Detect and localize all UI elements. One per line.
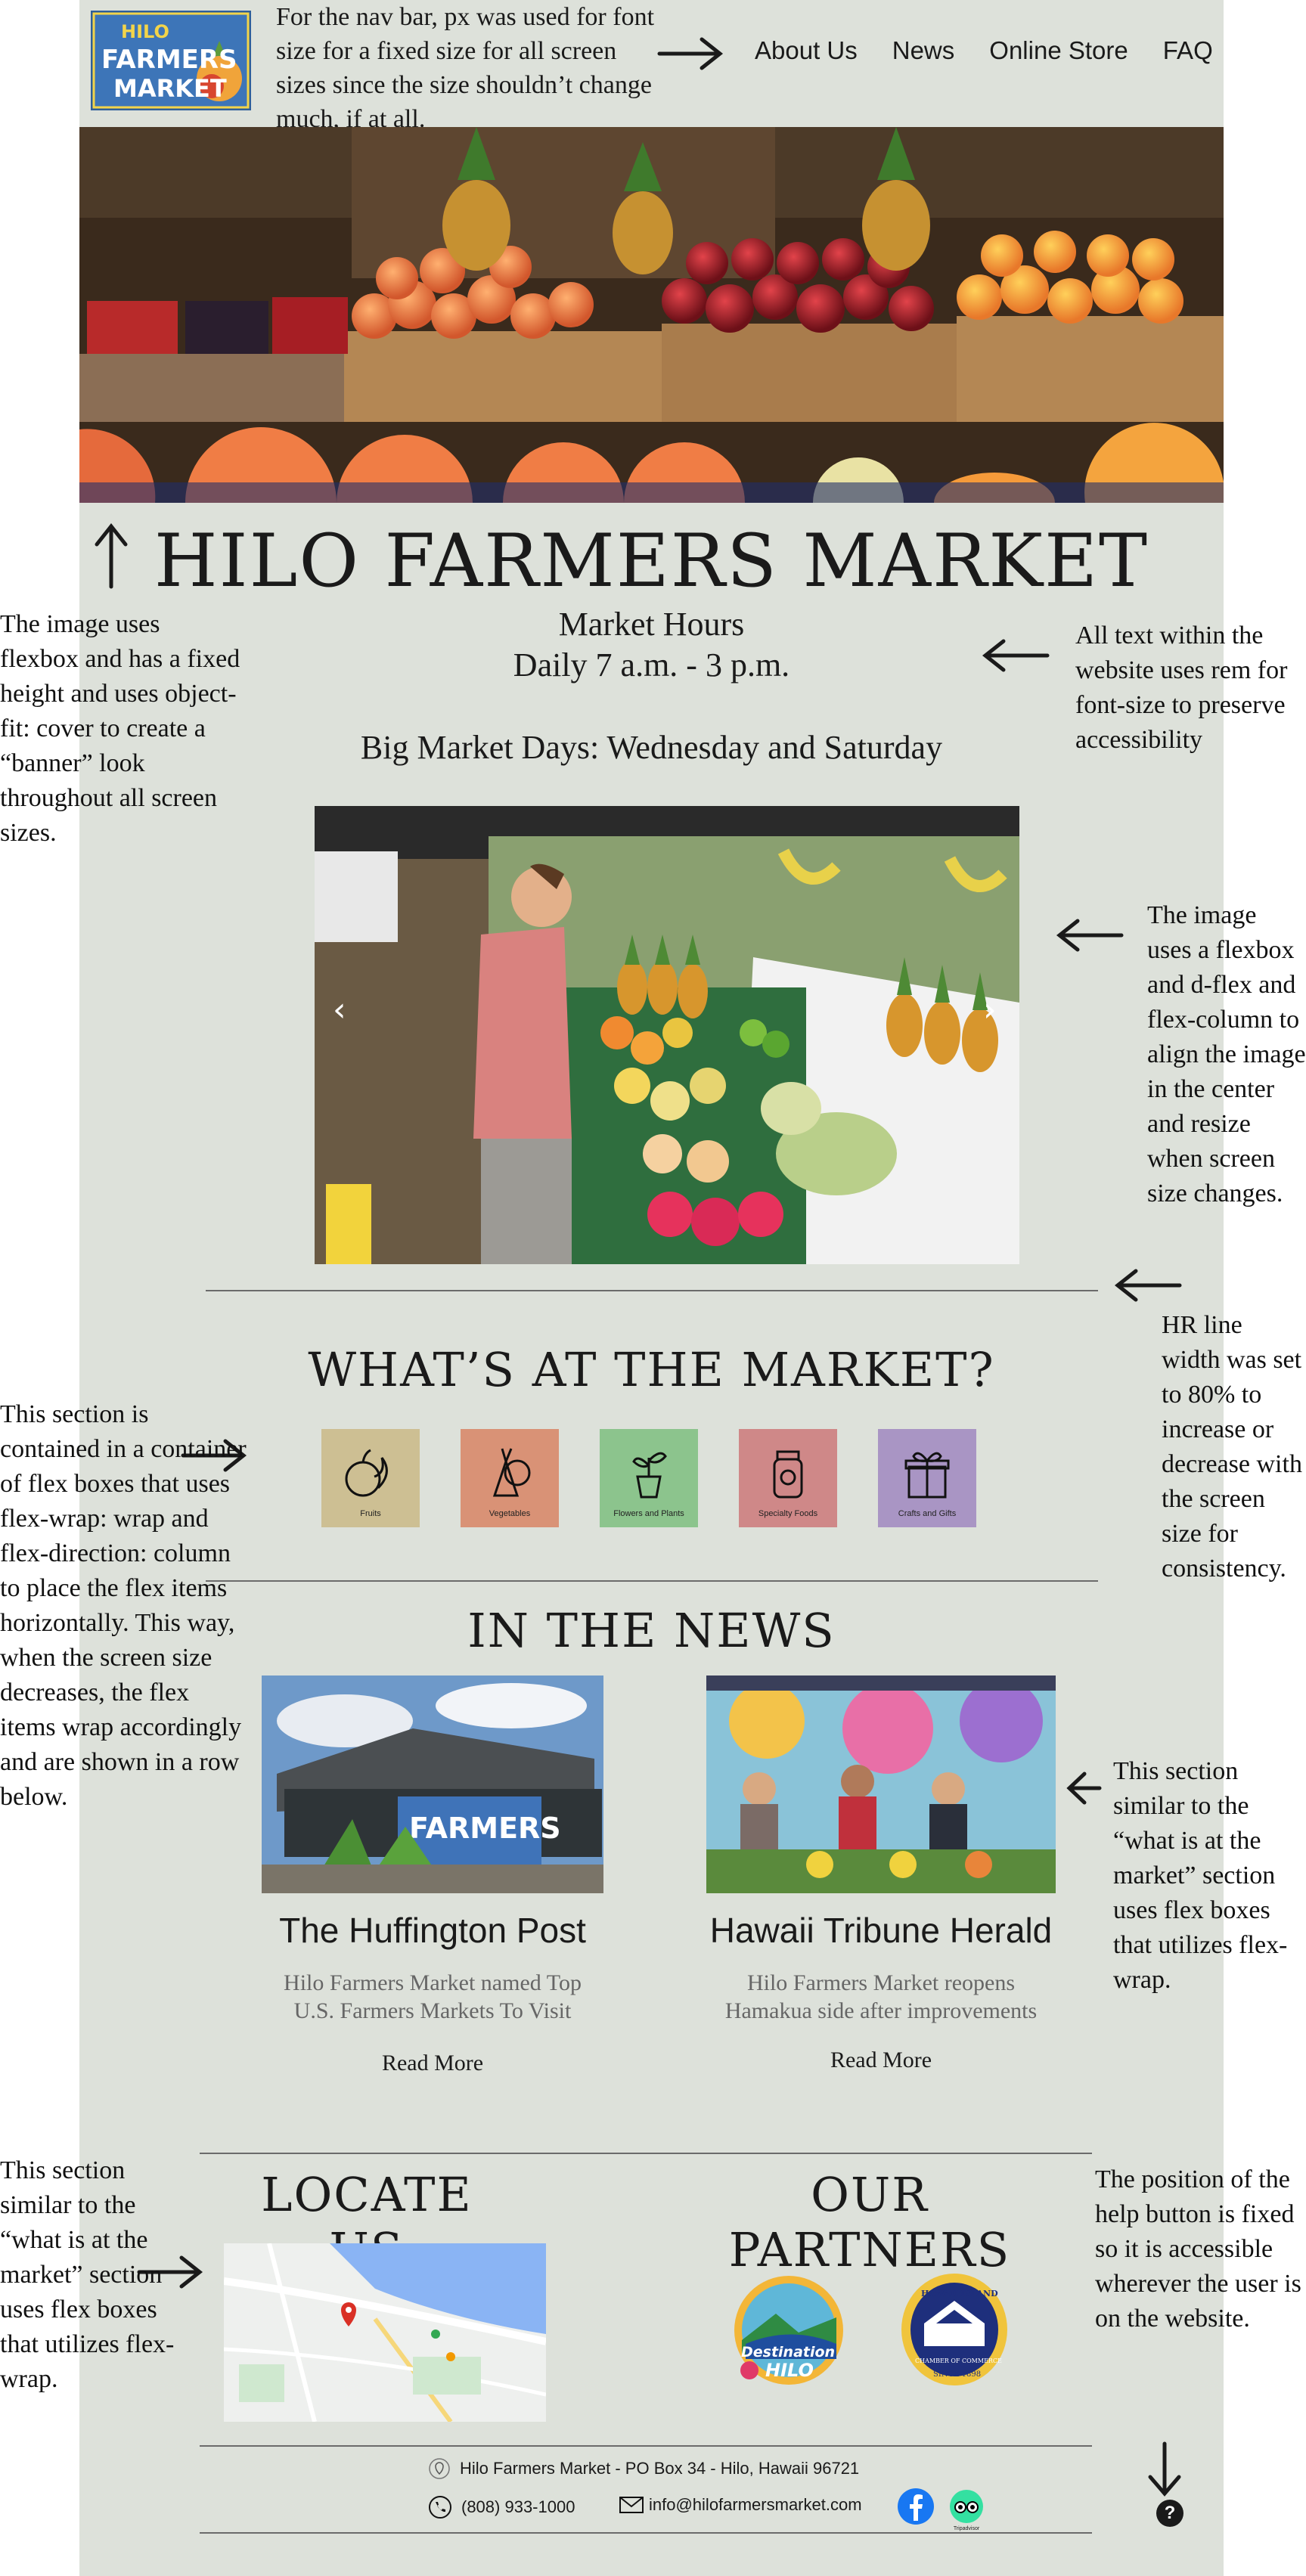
nav-link-store[interactable]: Online Store <box>989 36 1128 65</box>
annotation-rem: All text within the website uses rem for… <box>1075 622 1288 754</box>
partners-title: OUR PARTNERS <box>728 2167 1011 2277</box>
location-pin-icon <box>429 2458 450 2479</box>
svg-text:FARMERS: FARMERS <box>409 1812 561 1845</box>
category-label: Vegetables <box>489 1509 531 1518</box>
plant-icon <box>632 1452 667 1499</box>
news-source: The Huffington Post <box>279 1911 586 1950</box>
nav-bar: About Us News Online Store FAQ <box>755 36 1213 65</box>
news-card-tribune: Hawaii Tribune Herald Hilo Farmers Marke… <box>706 1675 1056 2073</box>
market-section-title: WHAT’S AT THE MARKET? <box>308 1342 995 1397</box>
svg-text:HILO: HILO <box>121 21 169 42</box>
svg-text:CHAMBER OF COMMERCE: CHAMBER OF COMMERCE <box>915 2357 1002 2364</box>
annotation-help: The position of the help button is fixed… <box>1095 2165 1301 2333</box>
carousel-prev-button[interactable]: ‹ <box>333 990 346 1029</box>
jar-icon <box>773 1450 803 1499</box>
divider-line <box>200 2532 1092 2534</box>
news-image[interactable]: FARMERS <box>262 1675 603 1893</box>
fruit-icon <box>345 1449 388 1497</box>
svg-text:MARKET: MARKET <box>113 74 227 103</box>
market-hours-time: Daily 7 a.m. - 3 p.m. <box>513 646 790 684</box>
facebook-icon[interactable] <box>897 2488 935 2525</box>
svg-text:HILO: HILO <box>765 2360 814 2381</box>
category-list: Fruits Vegetables Flowers and Plants Spe… <box>321 1429 976 1527</box>
news-description: Hilo Farmers Market reopens Hamakua side… <box>724 1970 1038 2023</box>
footer-address: Hilo Farmers Market - PO Box 34 - Hilo, … <box>428 2457 859 2480</box>
arrow-left-icon <box>979 637 1051 674</box>
divider-line <box>206 1580 1098 1582</box>
annotation-news: This section similar to the “what is at … <box>1113 1757 1288 1994</box>
location-map[interactable] <box>224 2243 546 2422</box>
news-section-title: IN THE NEWS <box>467 1603 836 1658</box>
category-label: Crafts and Gifts <box>898 1509 957 1518</box>
arrow-left-icon <box>1065 1769 1103 1807</box>
footer-email[interactable]: info@hilofarmersmarket.com <box>619 2495 862 2515</box>
nav-annotation: For the nav bar, px was used for font si… <box>276 3 655 133</box>
nav-link-news[interactable]: News <box>892 36 955 65</box>
divider-line <box>206 1290 1098 1291</box>
read-more-link[interactable]: Read More <box>706 2047 1056 2073</box>
category-vegetables[interactable]: Vegetables <box>461 1429 559 1527</box>
arrow-left-icon <box>1112 1266 1183 1304</box>
svg-text:HAWAII ISLAND: HAWAII ISLAND <box>921 2289 998 2299</box>
category-crafts-gifts[interactable]: Crafts and Gifts <box>878 1429 976 1527</box>
annotation-locate: This section similar to the “what is at … <box>0 2156 175 2393</box>
svg-text:SINCE 1898: SINCE 1898 <box>933 2370 981 2379</box>
news-image[interactable] <box>706 1675 1056 1893</box>
news-card-huffington: FARMERS The Huffington Post Hilo Farmers… <box>262 1675 603 2076</box>
tripadvisor-label: Tripadvisor <box>953 2526 980 2531</box>
svg-text:FARMERS: FARMERS <box>101 45 237 75</box>
divider-line <box>200 2445 1092 2447</box>
category-fruits[interactable]: Fruits <box>321 1429 420 1527</box>
arrow-left-icon <box>1053 916 1125 954</box>
vegetable-icon <box>492 1448 531 1497</box>
email-icon <box>619 2497 644 2513</box>
nav-link-about[interactable]: About Us <box>755 36 858 65</box>
market-hours-label: Market Hours <box>558 606 745 643</box>
phone-text: (808) 933-1000 <box>461 2497 575 2516</box>
phone-icon <box>429 2496 451 2519</box>
read-more-link[interactable]: Read More <box>262 2051 603 2076</box>
partner-logo-destination-hilo[interactable]: Destination HILO <box>731 2272 847 2388</box>
tripadvisor-icon[interactable]: Tripadvisor <box>948 2489 985 2534</box>
address-text: Hilo Farmers Market - PO Box 34 - Hilo, … <box>460 2459 860 2478</box>
category-label: Flowers and Plants <box>613 1509 684 1518</box>
help-button[interactable]: ? <box>1156 2500 1183 2527</box>
partner-logo-chamber[interactable]: HAWAII ISLAND CHAMBER OF COMMERCE SINCE … <box>898 2271 1010 2388</box>
annotation-center-image: The image uses a flexbox and d-flex and … <box>1147 901 1306 1207</box>
gift-icon <box>904 1452 950 1499</box>
category-flowers-plants[interactable]: Flowers and Plants <box>600 1429 698 1527</box>
divider-line <box>200 2153 1092 2154</box>
big-market-days: Big Market Days: Wednesday and Saturday <box>360 729 943 766</box>
arrow-right-icon <box>656 35 724 73</box>
footer-phone[interactable]: (808) 933-1000 <box>428 2495 575 2519</box>
market-carousel-image[interactable] <box>315 806 1019 1264</box>
svg-text:Destination: Destination <box>741 2344 835 2361</box>
arrow-down-icon <box>1146 2441 1183 2497</box>
category-label: Specialty Foods <box>758 1509 818 1518</box>
category-specialty-foods[interactable]: Specialty Foods <box>739 1429 837 1527</box>
banner-image <box>79 127 1224 503</box>
page-title: HILO FARMERS MARKET <box>154 519 1149 603</box>
nav-link-faq[interactable]: FAQ <box>1163 36 1213 65</box>
site-logo[interactable]: HILO FARMERS MARKET <box>91 11 251 110</box>
category-label: Fruits <box>360 1509 381 1518</box>
news-source: Hawaii Tribune Herald <box>709 1911 1053 1950</box>
carousel-next-button[interactable]: › <box>983 990 997 1029</box>
email-text: info@hilofarmersmarket.com <box>649 2495 862 2514</box>
news-description: Hilo Farmers Market named Top U.S. Farme… <box>284 1970 582 2023</box>
